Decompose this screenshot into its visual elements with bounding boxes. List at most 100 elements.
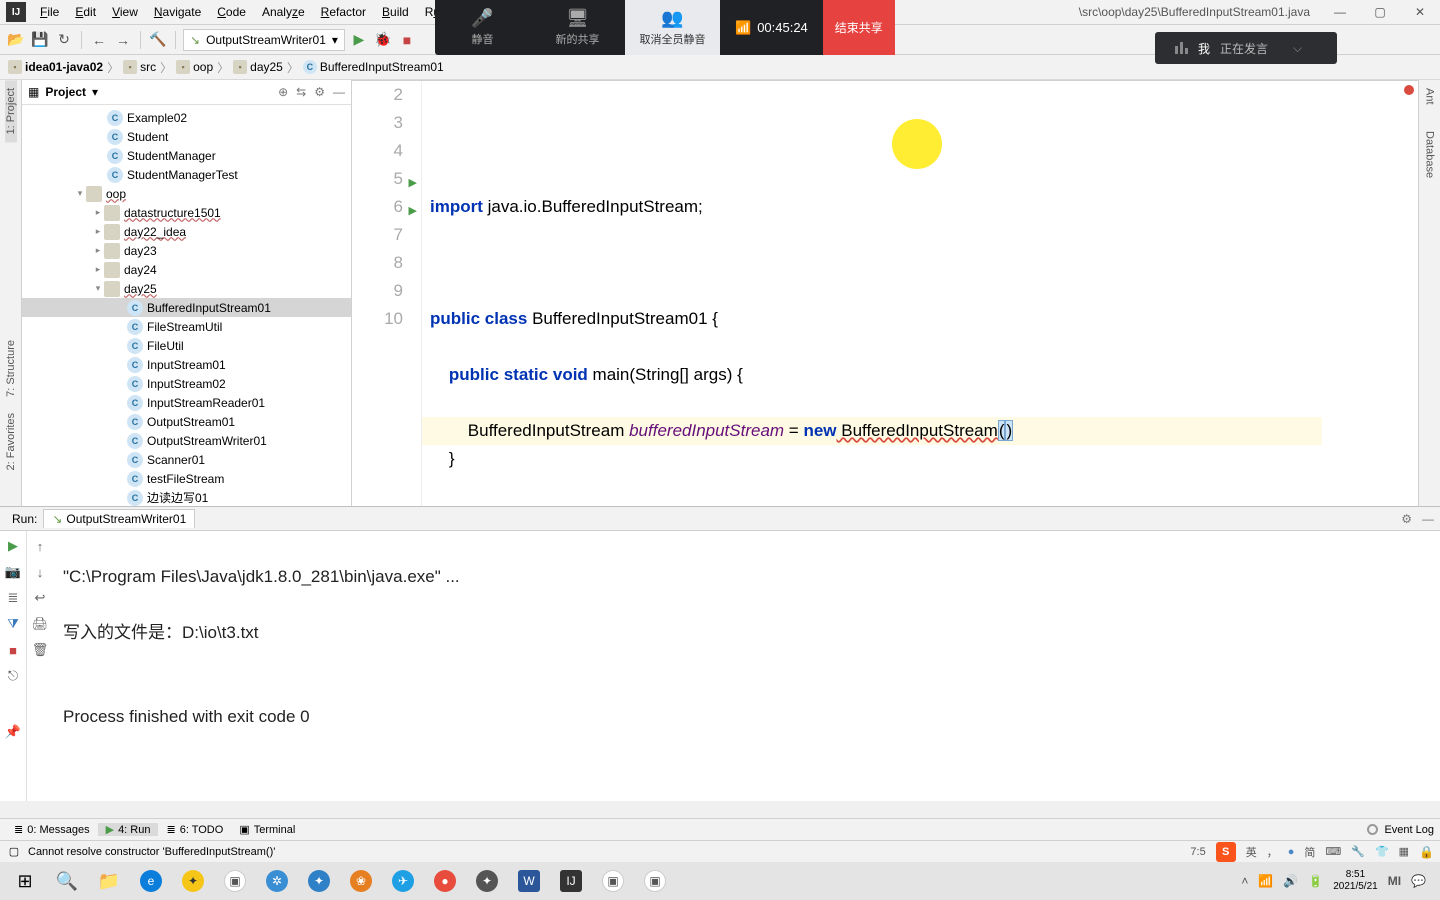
tree-item[interactable]: CFileStreamUtil (22, 317, 351, 336)
run-settings-icon[interactable]: ⚙ (1401, 512, 1412, 526)
tree-toggle-icon[interactable]: ▸ (92, 264, 104, 275)
menu-analyze[interactable]: Analyze (254, 2, 313, 22)
tree-item[interactable]: C边读边写01 (22, 488, 351, 506)
sidebar-structure-tab[interactable]: 7: Structure (5, 332, 17, 405)
sidebar-favorites-tab[interactable]: 2: Favorites (5, 405, 17, 478)
app-icon[interactable]: ✈ (382, 864, 424, 898)
down-icon[interactable]: ↓ (31, 563, 49, 581)
sidebar-project-tab[interactable]: 1: Project (5, 80, 17, 142)
tree-toggle-icon[interactable]: ▸ (92, 245, 104, 256)
keyboard-icon[interactable]: ⌨ (1325, 845, 1341, 858)
explorer-icon[interactable]: 📁 (88, 864, 130, 898)
up-icon[interactable]: ↑ (31, 537, 49, 555)
tray-chevron-icon[interactable]: ˄ (1241, 874, 1248, 888)
tree-item[interactable]: ▸day22_idea (22, 222, 351, 241)
menu-navigate[interactable]: Navigate (146, 2, 209, 22)
back-icon[interactable]: ← (89, 30, 109, 50)
forward-icon[interactable]: → (113, 30, 133, 50)
app-icon[interactable]: ▣ (214, 864, 256, 898)
ime-lang[interactable]: 英 (1246, 844, 1257, 860)
taskbar-clock[interactable]: 8:51 2021/5/21 (1333, 869, 1378, 893)
word-icon[interactable]: W (508, 864, 550, 898)
tree-item[interactable]: CStudent (22, 127, 351, 146)
tray-volume-icon[interactable]: 🔊 (1283, 874, 1298, 888)
rerun-icon[interactable]: ▶ (4, 537, 22, 555)
tree-toggle-icon[interactable]: ▸ (92, 226, 104, 237)
grid-icon[interactable]: ▦ (1399, 845, 1409, 858)
breadcrumb-item[interactable]: ▪src (123, 60, 156, 74)
menu-code[interactable]: Code (209, 2, 254, 22)
app-icon[interactable]: ❀ (340, 864, 382, 898)
tool-icon[interactable]: 🔧 (1351, 845, 1365, 858)
run-hide-icon[interactable]: — (1422, 512, 1434, 526)
tray-mi-icon[interactable]: MI (1388, 874, 1401, 888)
tree-item[interactable]: ▾day25 (22, 279, 351, 298)
chevron-down-icon[interactable]: ▾ (92, 85, 98, 99)
app-icon[interactable]: ✦ (172, 864, 214, 898)
tree-item[interactable]: CInputStreamReader01 (22, 393, 351, 412)
tree-item[interactable]: CInputStream02 (22, 374, 351, 393)
tray-network-icon[interactable]: 📶 (1258, 874, 1273, 888)
sidebar-database-tab[interactable]: Database (1424, 123, 1436, 186)
app-icon[interactable]: ✲ (256, 864, 298, 898)
window-close-button[interactable]: ✕ (1410, 5, 1430, 19)
conf-mute-button[interactable]: 🎤 静音 (435, 0, 530, 55)
breadcrumb-item[interactable]: ▪oop (176, 60, 213, 74)
tree-item[interactable]: CStudentManager (22, 146, 351, 165)
tree-toggle-icon[interactable]: ▸ (92, 207, 104, 218)
delete-icon[interactable]: 🗑 (31, 641, 49, 659)
run-gutter-icon[interactable]: ▶ (409, 197, 417, 225)
run-config-tab[interactable]: ↘ OutputStreamWriter01 (43, 509, 195, 528)
breadcrumb-item[interactable]: CBufferedInputStream01 (303, 60, 444, 74)
tool-eventlog[interactable]: Event Log (1384, 824, 1434, 836)
tree-icon[interactable]: ≣ (4, 589, 22, 607)
build-icon[interactable]: 🔨 (148, 30, 168, 50)
ime-full[interactable]: ● (1288, 846, 1295, 858)
stop-icon[interactable]: ■ (397, 30, 417, 50)
intellij-icon[interactable]: IJ (550, 864, 592, 898)
collapse-icon[interactable]: ⇆ (296, 85, 306, 99)
breadcrumb-item[interactable]: ▪day25 (233, 60, 283, 74)
project-tree[interactable]: CExample02CStudentCStudentManagerCStuden… (22, 105, 351, 506)
print-icon[interactable]: 🖨 (31, 615, 49, 633)
app-icon[interactable]: ✦ (298, 864, 340, 898)
console-output[interactable]: "C:\Program Files\Java\jdk1.8.0_281\bin\… (55, 531, 1440, 801)
ime-simp[interactable]: 简 (1304, 844, 1315, 860)
wrap-icon[interactable]: ↩ (31, 589, 49, 607)
save-icon[interactable]: 💾 (30, 30, 50, 50)
app-icon[interactable]: ✦ (466, 864, 508, 898)
tree-toggle-icon[interactable]: ▾ (74, 188, 86, 199)
tree-item[interactable]: ▸datastructure1501 (22, 203, 351, 222)
tree-item[interactable]: COutputStreamWriter01 (22, 431, 351, 450)
code-area[interactable]: import java.io.BufferedInputStream; publ… (422, 81, 1418, 506)
conf-share-button[interactable]: 🖥 新的共享 (530, 0, 625, 55)
tree-item[interactable]: ▾oop (22, 184, 351, 203)
tool-messages[interactable]: ≣0: Messages (6, 823, 98, 836)
open-icon[interactable]: 📂 (6, 30, 26, 50)
tray-battery-icon[interactable]: 🔋 (1308, 874, 1323, 888)
edge-icon[interactable]: e (130, 864, 172, 898)
app-icon[interactable]: ● (424, 864, 466, 898)
run-gutter-icon[interactable]: ▶ (409, 169, 417, 197)
conf-cancel-mute-button[interactable]: 👥 取消全员静音 (625, 0, 720, 55)
tree-item[interactable]: COutputStream01 (22, 412, 351, 431)
sidebar-ant-tab[interactable]: Ant (1424, 80, 1436, 113)
exit-icon[interactable]: ⎋ (4, 667, 22, 685)
skin-icon[interactable]: 👕 (1375, 845, 1389, 858)
ime-punct[interactable]: ， (1267, 844, 1278, 860)
tree-item[interactable]: CInputStream01 (22, 355, 351, 374)
tree-item[interactable]: CFileUtil (22, 336, 351, 355)
window-maximize-button[interactable]: ▢ (1370, 5, 1390, 19)
run-config-combo[interactable]: ↘ OutputStreamWriter01 ▾ (183, 29, 345, 51)
tree-item[interactable]: ▸day23 (22, 241, 351, 260)
conf-end-button[interactable]: 结束共享 (823, 0, 895, 55)
tree-item[interactable]: ▸day24 (22, 260, 351, 279)
tree-item[interactable]: CBufferedInputStream01 (22, 298, 351, 317)
tool-run[interactable]: ▶4: Run (98, 823, 159, 836)
search-icon[interactable]: 🔍 (46, 864, 88, 898)
app-icon[interactable]: ▣ (592, 864, 634, 898)
caret-position[interactable]: 7:5 (1190, 846, 1205, 858)
refresh-icon[interactable]: ↻ (54, 30, 74, 50)
stop-icon[interactable]: ■ (4, 641, 22, 659)
lock-icon[interactable]: 🔒 (1419, 845, 1434, 859)
